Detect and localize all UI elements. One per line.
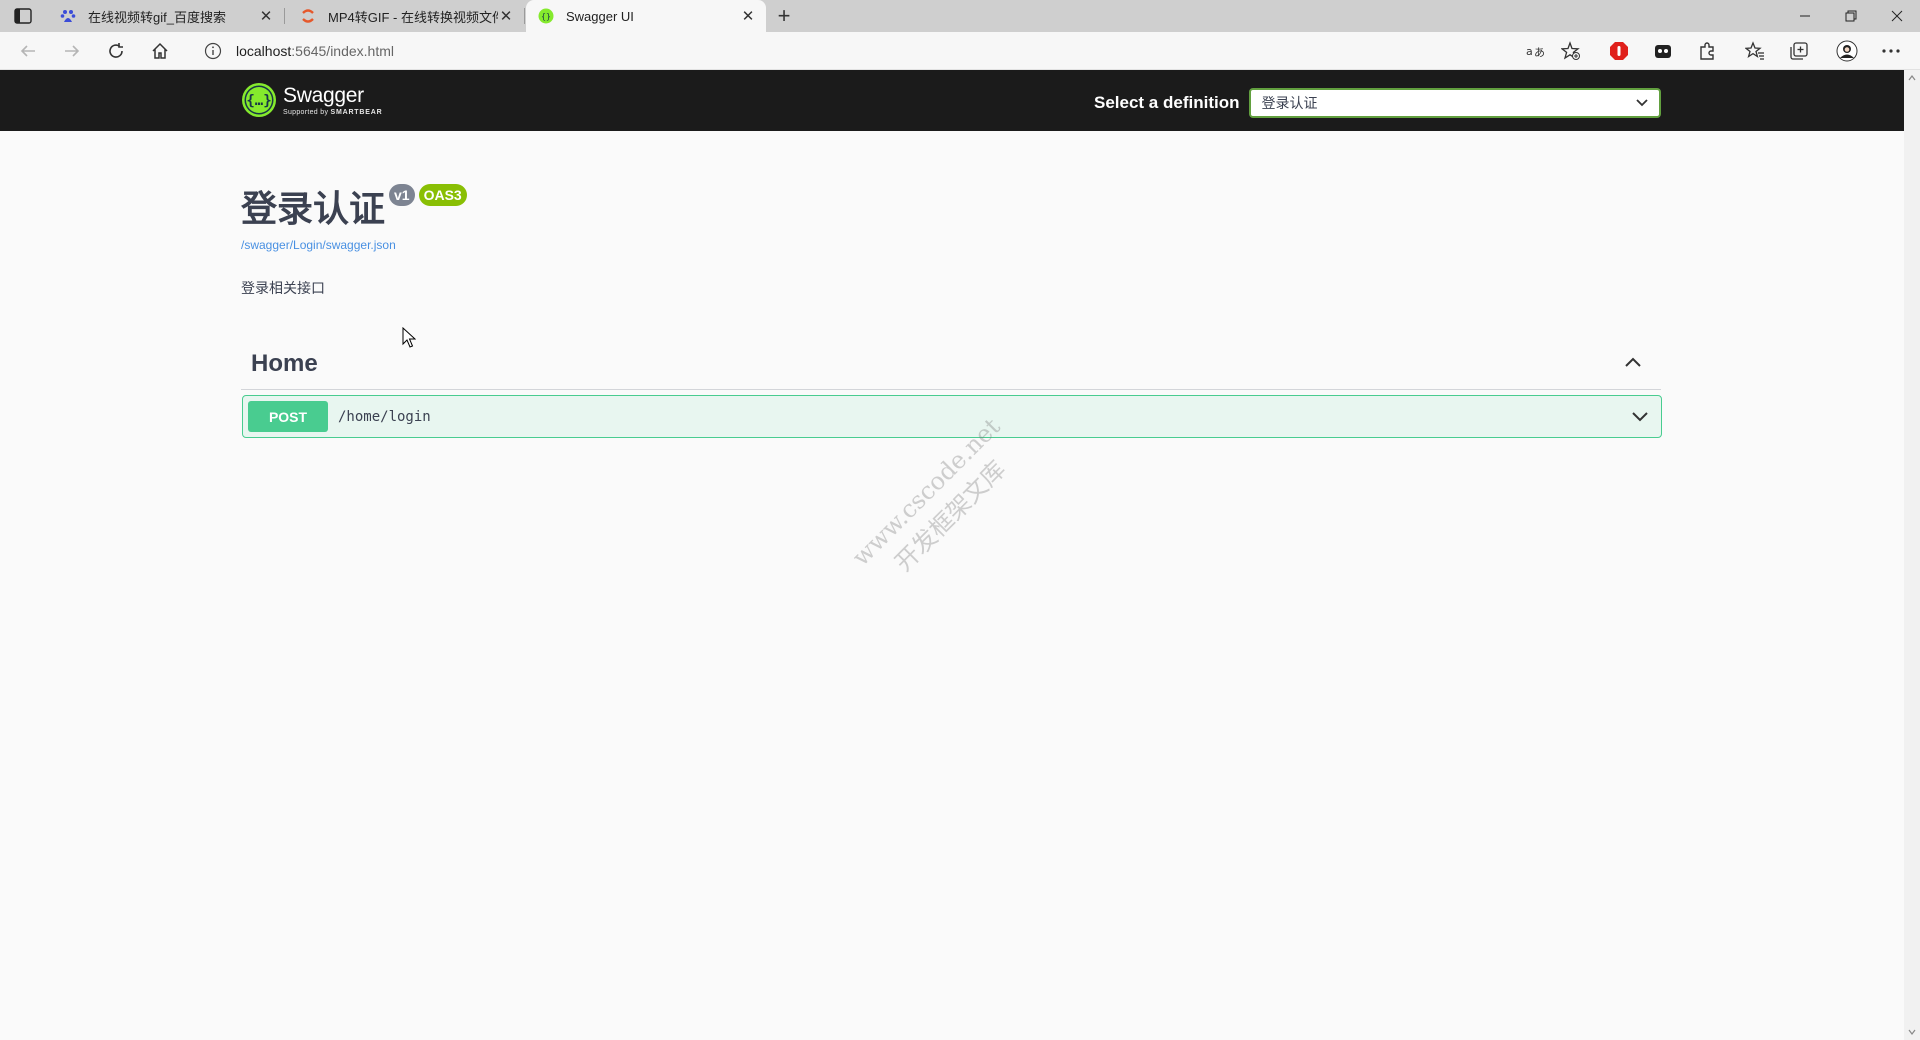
definition-selector: Select a definition 登录认证: [1094, 88, 1662, 118]
chevron-down-icon[interactable]: [1631, 409, 1649, 423]
swagger-logo-icon: {…}: [242, 83, 276, 117]
favorites-icon[interactable]: [1744, 40, 1766, 62]
svg-text:あ: あ: [1534, 46, 1545, 59]
tab-baidu[interactable]: 在线视频转gif_百度搜索 ✕: [48, 0, 285, 32]
tab-title: Swagger UI: [566, 8, 634, 24]
operation-path: /home/login: [338, 408, 431, 425]
minimize-button[interactable]: [1782, 0, 1828, 32]
logo-sub-prefix: Supported by: [283, 108, 331, 116]
swagger-logo[interactable]: {…} Swagger Supported by SMARTBEAR: [241, 82, 382, 118]
adblock-extension-icon[interactable]: [1608, 40, 1630, 62]
close-tab-icon[interactable]: ✕: [258, 8, 274, 25]
definition-selected-value: 登录认证: [1261, 95, 1318, 111]
baidu-icon: [60, 8, 76, 24]
logo-sub-brand: SMARTBEAR: [330, 108, 383, 116]
tab-convertio[interactable]: MP4转GIF - 在线转换视频文件 ✕: [288, 0, 525, 32]
api-description: 登录相关接口: [241, 280, 325, 296]
url-text: localhost:5645/index.html: [236, 43, 394, 59]
http-method-badge: POST: [248, 401, 328, 432]
read-aloud-icon[interactable]: aあ: [1524, 40, 1546, 62]
swagger-topbar: {…} Swagger Supported by SMARTBEAR Selec…: [0, 70, 1904, 131]
tab-title: 在线视频转gif_百度搜索: [88, 9, 226, 25]
home-icon[interactable]: [146, 38, 174, 64]
spec-json-link[interactable]: /swagger/Login/swagger.json: [241, 238, 467, 252]
extension-icon[interactable]: [1652, 40, 1674, 62]
address-bar: localhost:5645/index.html aあ: [0, 32, 1920, 70]
chevron-up-icon[interactable]: [1623, 355, 1643, 369]
svg-text:a: a: [1526, 45, 1533, 58]
extensions-puzzle-icon[interactable]: [1696, 40, 1718, 62]
scroll-down-icon[interactable]: [1908, 1028, 1916, 1036]
tag-section-home[interactable]: Home: [241, 340, 1661, 390]
url-field[interactable]: localhost:5645/index.html: [194, 36, 1574, 66]
api-title-row: 登录认证 v1 OAS3: [241, 180, 467, 232]
browser-tab-bar: 在线视频转gif_百度搜索 ✕ MP4转GIF - 在线转换视频文件 ✕ {} …: [0, 0, 1920, 32]
close-tab-icon[interactable]: ✕: [498, 8, 514, 25]
scroll-up-icon[interactable]: [1908, 74, 1916, 82]
swagger-icon: {}: [538, 8, 554, 24]
tab-actions-icon[interactable]: [14, 8, 32, 24]
tag-name: Home: [251, 350, 318, 377]
mouse-cursor-icon: [402, 327, 416, 348]
refresh-icon[interactable]: [102, 38, 130, 64]
definition-label: Select a definition: [1094, 93, 1240, 112]
new-tab-button[interactable]: +: [772, 3, 796, 28]
oas-badge: OAS3: [418, 184, 467, 206]
profile-avatar[interactable]: [1836, 40, 1858, 62]
logo-subtitle: Supported by SMARTBEAR: [283, 109, 382, 116]
add-favorite-icon[interactable]: [1560, 40, 1582, 62]
back-button[interactable]: [14, 38, 42, 64]
vertical-scrollbar[interactable]: [1904, 70, 1920, 1040]
version-badge: v1: [389, 184, 415, 206]
restore-button[interactable]: [1828, 0, 1874, 32]
page-title: 登录认证: [241, 188, 386, 229]
chevron-down-icon: [1636, 99, 1649, 107]
url-path: :5645/index.html: [291, 43, 394, 59]
close-window-button[interactable]: [1874, 0, 1920, 32]
more-menu-icon[interactable]: [1880, 40, 1902, 62]
tab-title: MP4转GIF - 在线转换视频文件: [328, 9, 498, 25]
url-host: localhost: [236, 43, 292, 59]
api-info: 登录认证 v1 OAS3 /swagger/Login/swagger.json…: [241, 180, 467, 298]
svg-text:{}: {}: [541, 12, 551, 21]
close-tab-icon[interactable]: ✕: [740, 8, 756, 25]
convertio-icon: [300, 8, 316, 24]
info-icon[interactable]: [204, 42, 222, 60]
operation-post-home-login[interactable]: POST /home/login: [242, 395, 1662, 438]
definition-select[interactable]: 登录认证: [1249, 88, 1662, 118]
watermark: www.cscode.net 开发框架文库: [845, 410, 1032, 597]
tab-swagger[interactable]: {} Swagger UI ✕: [526, 0, 766, 32]
forward-button[interactable]: [58, 38, 86, 64]
collections-icon[interactable]: [1788, 40, 1810, 62]
logo-title: Swagger: [283, 83, 364, 107]
svg-text:{…}: {…}: [246, 93, 271, 109]
